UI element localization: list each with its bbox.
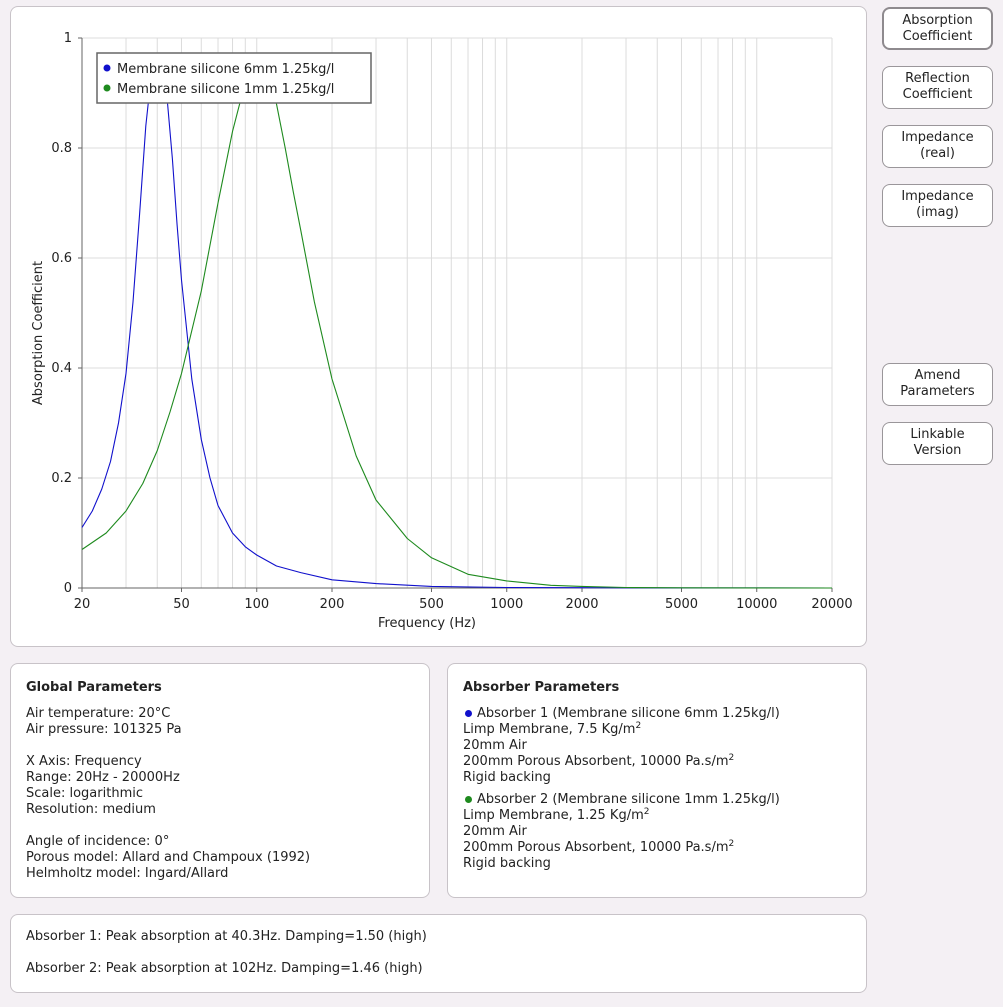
button-label: (real)	[920, 146, 955, 161]
absorber-1-name: Absorber 1 (Membrane silicone 6mm 1.25kg…	[477, 706, 780, 721]
button-label: Impedance	[901, 130, 974, 145]
absorber-1-layer-2: 20mm Air	[463, 738, 527, 753]
y-axis-label: Absorption Coefficient	[31, 261, 46, 405]
absorber-1-layer-4: Rigid backing	[463, 770, 551, 785]
scale-setting: Scale: logarithmic	[26, 786, 143, 801]
amend-parameters-button[interactable]: Amend Parameters	[882, 363, 993, 406]
absorber-1-layer-1: Limp Membrane, 7.5 Kg/m2	[463, 722, 851, 738]
button-label: (imag)	[916, 205, 959, 220]
global-parameters-title: Global Parameters	[26, 680, 162, 695]
chart-panel: 0 0.2 0.4 0.6 0.8 1 20 50 100 200 500 1000 2000 5000 1…	[10, 6, 867, 647]
angle-of-incidence: Angle of incidence: 0°	[26, 834, 170, 849]
resolution-setting: Resolution: medium	[26, 802, 156, 817]
button-label: Absorption	[902, 13, 973, 28]
button-label: Coefficient	[902, 29, 973, 44]
absorber-2-name: Absorber 2 (Membrane silicone 1mm 1.25kg…	[477, 792, 780, 807]
x-tick-label: 50	[173, 597, 190, 612]
superscript: 2	[643, 807, 650, 817]
absorber-2-summary: Absorber 2: Peak absorption at 102Hz. Da…	[26, 961, 423, 976]
range-setting: Range: 20Hz - 20000Hz	[26, 770, 180, 785]
series-2-line	[81, 59, 833, 589]
y-tick-label: 0.4	[51, 361, 72, 376]
superscript: 2	[728, 839, 735, 849]
global-parameters-panel: Global Parameters Air temperature: 20°C …	[10, 663, 430, 898]
series-1-dot-icon	[465, 709, 472, 717]
results-summary-panel: Absorber 1: Peak absorption at 40.3Hz. D…	[10, 914, 867, 993]
x-axis-setting: X Axis: Frequency	[26, 754, 142, 769]
air-temperature: Air temperature: 20°C	[26, 706, 171, 721]
y-tick-label: 0.2	[51, 471, 72, 486]
absorber-1-summary: Absorber 1: Peak absorption at 40.3Hz. D…	[26, 929, 427, 944]
absorber-1-block: Absorber 1 (Membrane silicone 6mm 1.25kg…	[463, 706, 851, 786]
absorber-2-layer-3: 200mm Porous Absorbent, 10000 Pa.s/m2	[463, 840, 851, 856]
x-tick-label: 10000	[736, 597, 777, 612]
absorber-2-heading: Absorber 2 (Membrane silicone 1mm 1.25kg…	[463, 792, 851, 808]
x-tick-label: 100	[244, 597, 269, 612]
absorber-parameters-panel: Absorber Parameters Absorber 1 (Membrane…	[447, 663, 867, 898]
absorber-parameters-title: Absorber Parameters	[463, 680, 620, 695]
impedance-real-button[interactable]: Impedance (real)	[882, 125, 993, 168]
absorber-2-block: Absorber 2 (Membrane silicone 1mm 1.25kg…	[463, 792, 851, 872]
layer-text: 200mm Porous Absorbent, 10000 Pa.s/m	[463, 754, 729, 769]
legend-dot-icon	[103, 84, 111, 92]
x-tick-label: 20000	[811, 597, 852, 612]
absorber-1-layer-3: 200mm Porous Absorbent, 10000 Pa.s/m2	[463, 754, 851, 770]
layer-text: 200mm Porous Absorbent, 10000 Pa.s/m	[463, 840, 729, 855]
legend-entry-2: Membrane silicone 1mm 1.25kg/l	[117, 82, 334, 97]
button-label: Coefficient	[902, 87, 973, 102]
y-tick-label: 0.6	[51, 251, 72, 266]
button-label: Amend	[914, 368, 961, 383]
x-tick-label: 200	[320, 597, 345, 612]
legend-entry-1: Membrane silicone 6mm 1.25kg/l	[117, 62, 334, 77]
button-label: Parameters	[900, 384, 975, 399]
layer-text: Limp Membrane, 1.25 Kg/m	[463, 808, 644, 823]
x-tick-label: 500	[419, 597, 444, 612]
absorption-chart: 0 0.2 0.4 0.6 0.8 1 20 50 100 200 500 1000 2000 5000 1…	[31, 31, 853, 631]
layer-text: Limp Membrane, 7.5 Kg/m	[463, 722, 636, 737]
porous-model: Porous model: Allard and Champoux (1992)	[26, 850, 311, 865]
reflection-coefficient-button[interactable]: Reflection Coefficient	[882, 66, 993, 109]
x-tick-label: 1000	[490, 597, 523, 612]
absorber-2-layer-1: Limp Membrane, 1.25 Kg/m2	[463, 808, 851, 824]
button-label: Linkable	[910, 427, 965, 442]
impedance-imag-button[interactable]: Impedance (imag)	[882, 184, 993, 227]
x-axis-label: Frequency (Hz)	[378, 616, 476, 631]
x-tick-label: 5000	[665, 597, 698, 612]
superscript: 2	[635, 721, 642, 731]
button-label: Version	[913, 443, 962, 458]
linkable-version-button[interactable]: Linkable Version	[882, 422, 993, 465]
button-label: Impedance	[901, 189, 974, 204]
superscript: 2	[728, 753, 735, 763]
air-pressure: Air pressure: 101325 Pa	[26, 722, 182, 737]
absorber-2-layer-2: 20mm Air	[463, 824, 527, 839]
helmholtz-model: Helmholtz model: Ingard/Allard	[26, 866, 229, 881]
y-tick-label: 1	[64, 31, 72, 46]
y-tick-label: 0.8	[51, 141, 72, 156]
y-tick-label: 0	[64, 581, 72, 596]
x-tick-label: 2000	[565, 597, 598, 612]
absorber-2-layer-4: Rigid backing	[463, 856, 551, 871]
button-label: Reflection	[905, 71, 970, 86]
x-tick-label: 20	[74, 597, 91, 612]
legend-dot-icon	[103, 64, 111, 72]
series-2-dot-icon	[465, 795, 472, 803]
absorption-coefficient-button[interactable]: Absorption Coefficient	[882, 7, 993, 50]
absorber-1-heading: Absorber 1 (Membrane silicone 6mm 1.25kg…	[463, 706, 851, 722]
